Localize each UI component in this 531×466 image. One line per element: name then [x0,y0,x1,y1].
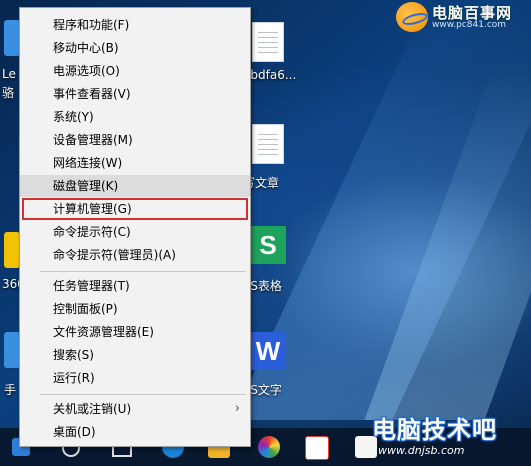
menu-item-disk-management[interactable]: 磁盘管理(K) [20,175,250,197]
menu-item-label: 网络连接(W) [53,156,123,170]
menu-item-label: 设备管理器(M) [53,133,133,147]
menu-item-label: 任务管理器(T) [53,279,130,293]
menu-item-desktop[interactable]: 桌面(D) [20,421,250,443]
menu-item-power-options[interactable]: 电源选项(O) [20,60,250,82]
desktop-icon-label: Le [2,67,16,81]
menu-item-label: 移动中心(B) [53,41,119,55]
menu-item-event-viewer[interactable]: 事件查看器(V) [20,83,250,105]
desktop-icon-left-1[interactable] [4,20,20,56]
menu-item-mobility-center[interactable]: 移动中心(B) [20,37,250,59]
sohu-icon[interactable] [305,436,329,460]
menu-item-label: 桌面(D) [53,425,96,439]
menu-item-search[interactable]: 搜索(S) [20,344,250,366]
menu-item-label: 程序和功能(F) [53,18,130,32]
menu-item-label: 文件资源管理器(E) [53,325,154,339]
menu-item-label: 控制面板(P) [53,302,118,316]
menu-item-task-manager[interactable]: 任务管理器(T) [20,275,250,297]
watermark-pc841: 电脑百事网 www.pc841.com [396,0,531,34]
menu-item-system[interactable]: 系统(Y) [20,106,250,128]
menu-item-programs-features[interactable]: 程序和功能(F) [20,14,250,36]
menu-item-label: 系统(Y) [53,110,94,124]
menu-item-label: 磁盘管理(K) [53,179,119,193]
menu-item-computer-management[interactable]: 计算机管理(G) [22,198,248,220]
menu-item-device-manager[interactable]: 设备管理器(M) [20,129,250,151]
desktop-icon-left-3[interactable] [4,332,20,368]
chevron-right-icon: › [234,401,240,416]
menu-item-control-panel[interactable]: 控制面板(P) [20,298,250,320]
menu-separator [40,394,246,395]
spreadsheet-app-icon[interactable]: S [250,226,286,264]
document-icon[interactable] [252,124,284,164]
menu-item-run[interactable]: 运行(R) [20,367,250,389]
desktop-icon-left-2[interactable] [4,232,20,268]
writer-app-icon[interactable]: W [250,332,286,370]
watermark-url: www.pc841.com [432,20,507,30]
color-wheel-icon[interactable] [258,436,280,458]
watermark-dnjsb: 电脑技术吧 www.dnjsb.com [360,408,531,466]
winx-context-menu: 程序和功能(F) 移动中心(B) 电源选项(O) 事件查看器(V) 系统(Y) … [19,7,251,447]
watermark-url: www.dnjsb.com [378,444,465,457]
watermark-title: 电脑技术吧 [372,416,497,444]
menu-item-command-prompt-admin[interactable]: 命令提示符(管理员)(A) [20,244,250,266]
menu-item-file-explorer[interactable]: 文件资源管理器(E) [20,321,250,343]
menu-item-label: 命令提示符(C) [53,225,131,239]
menu-item-shutdown-signout[interactable]: 关机或注销(U) › [20,398,250,420]
desktop-icon-label: 骆 [2,86,15,100]
desktop-icon-label: 手 [4,383,17,397]
menu-item-label: 计算机管理(G) [53,202,132,216]
pc841-logo-icon [396,2,428,32]
menu-separator [40,271,246,272]
menu-item-label: 命令提示符(管理员)(A) [53,248,176,262]
menu-item-label: 关机或注销(U) [53,402,132,416]
menu-item-network-connections[interactable]: 网络连接(W) [20,152,250,174]
document-icon[interactable] [252,22,284,62]
menu-item-label: 运行(R) [53,371,95,385]
menu-item-label: 事件查看器(V) [53,87,131,101]
menu-item-command-prompt[interactable]: 命令提示符(C) [20,221,250,243]
menu-item-label: 电源选项(O) [53,64,120,78]
menu-item-label: 搜索(S) [53,348,94,362]
